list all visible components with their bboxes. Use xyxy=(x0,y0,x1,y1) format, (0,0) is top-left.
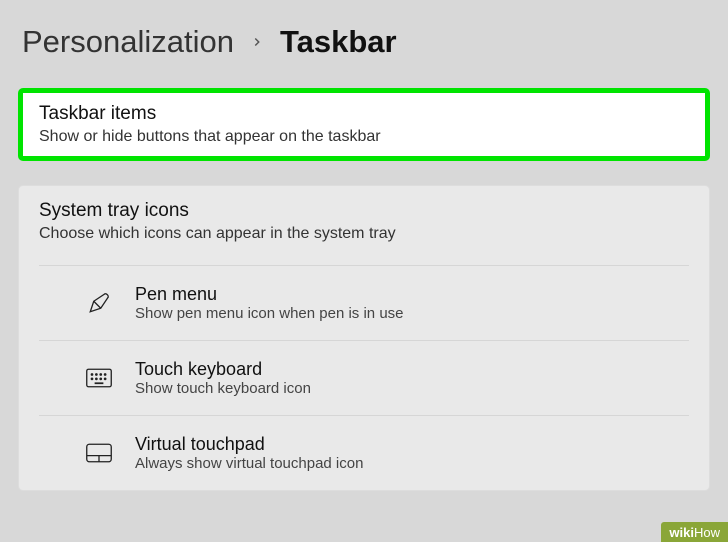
item-subtitle: Always show virtual touchpad icon xyxy=(135,455,363,472)
item-title: Virtual touchpad xyxy=(135,434,363,455)
item-text: Virtual touchpad Always show virtual tou… xyxy=(135,434,363,472)
touchpad-icon xyxy=(85,439,113,467)
item-subtitle: Show pen menu icon when pen is in use xyxy=(135,305,404,322)
item-touch-keyboard[interactable]: Touch keyboard Show touch keyboard icon xyxy=(39,340,689,415)
item-text: Pen menu Show pen menu icon when pen is … xyxy=(135,284,404,322)
section-title: System tray icons xyxy=(39,200,689,222)
item-title: Touch keyboard xyxy=(135,359,311,380)
keyboard-icon xyxy=(85,364,113,392)
item-pen-menu[interactable]: Pen menu Show pen menu icon when pen is … xyxy=(39,265,689,340)
watermark-brand: wiki xyxy=(669,525,694,540)
section-subtitle: Choose which icons can appear in the sys… xyxy=(39,225,689,243)
system-tray-items: Pen menu Show pen menu icon when pen is … xyxy=(39,265,689,490)
item-virtual-touchpad[interactable]: Virtual touchpad Always show virtual tou… xyxy=(39,415,689,490)
section-system-tray[interactable]: System tray icons Choose which icons can… xyxy=(18,185,710,491)
section-taskbar-items[interactable]: Taskbar items Show or hide buttons that … xyxy=(18,88,710,161)
breadcrumb-parent[interactable]: Personalization xyxy=(22,24,234,60)
section-title: Taskbar items xyxy=(39,103,689,125)
item-subtitle: Show touch keyboard icon xyxy=(135,380,311,397)
pen-icon xyxy=(85,289,113,317)
item-text: Touch keyboard Show touch keyboard icon xyxy=(135,359,311,397)
watermark-wikihow: wikiHow xyxy=(661,522,728,542)
section-subtitle: Show or hide buttons that appear on the … xyxy=(39,128,689,146)
breadcrumb-current: Taskbar xyxy=(280,24,397,60)
chevron-right-icon xyxy=(250,28,264,56)
watermark-suffix: How xyxy=(694,525,720,540)
breadcrumb: Personalization Taskbar xyxy=(0,0,728,88)
item-title: Pen menu xyxy=(135,284,404,305)
